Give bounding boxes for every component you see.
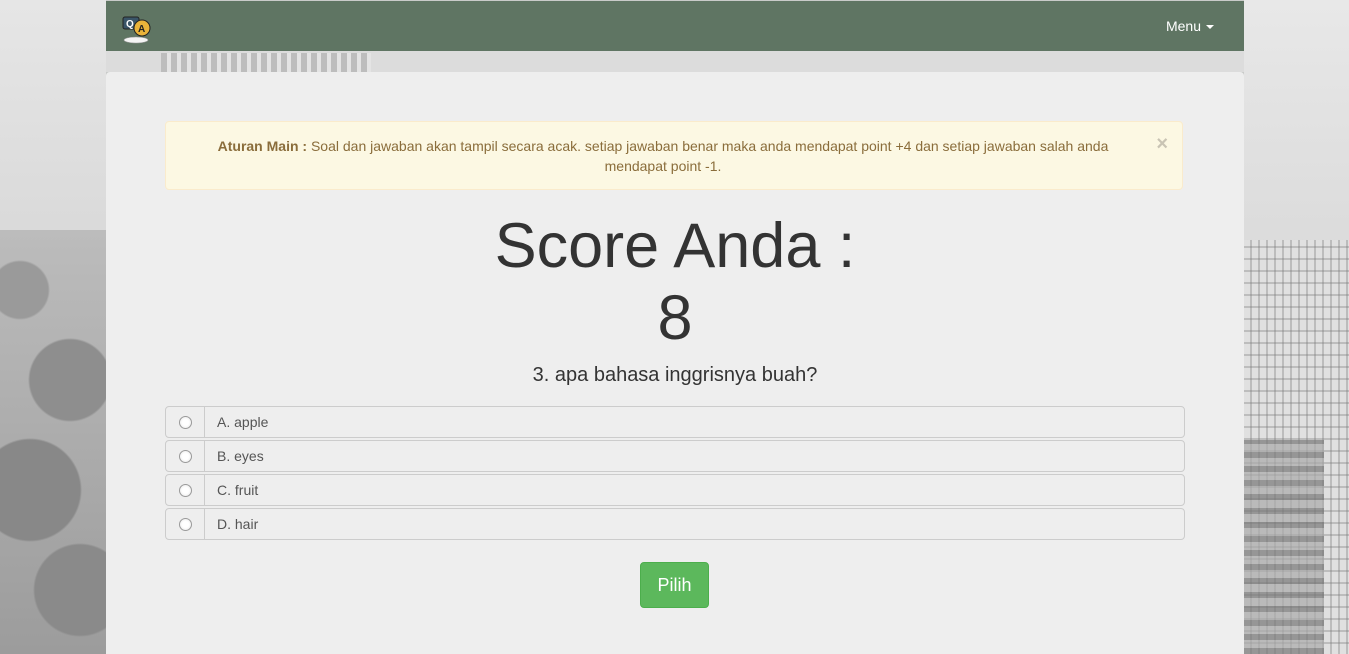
radio-button[interactable]	[178, 483, 192, 497]
option-label: B. eyes	[217, 448, 264, 464]
alert-title: Aturan Main :	[217, 138, 308, 154]
caret-down-icon	[1206, 25, 1214, 30]
score-value: 8	[657, 283, 693, 353]
option-label: C. fruit	[217, 482, 259, 498]
score-label: Score Anda :	[494, 211, 856, 281]
option-d[interactable]: D. hair	[165, 508, 1185, 540]
question-text: 3. apa bahasa inggrisnya buah?	[532, 364, 818, 386]
radio-cell	[166, 509, 205, 539]
radio-cell	[166, 441, 205, 471]
background-tower	[1244, 440, 1324, 654]
rules-alert: Aturan Main : Soal dan jawaban akan tamp…	[165, 121, 1183, 190]
background-strip	[161, 53, 371, 72]
svg-text:A: A	[138, 24, 145, 35]
background-left	[0, 0, 106, 654]
radio-button[interactable]	[178, 415, 192, 429]
close-icon[interactable]: ×	[1156, 134, 1168, 154]
option-a[interactable]: A. apple	[165, 406, 1185, 438]
svg-text:Q: Q	[126, 19, 134, 30]
background-right	[1244, 0, 1349, 654]
background-top	[106, 51, 1244, 72]
option-c[interactable]: C. fruit	[165, 474, 1185, 506]
qa-logo[interactable]: Q A	[122, 13, 154, 45]
menu-label: Menu	[1165, 18, 1201, 34]
submit-button[interactable]: Pilih	[640, 562, 709, 608]
navbar: Q A Menu	[106, 1, 1244, 51]
alert-text: Soal dan jawaban akan tampil secara acak…	[310, 138, 1109, 174]
background-tree	[0, 230, 106, 654]
answer-options: A. apple B. eyes C. fruit D. hair	[165, 406, 1185, 542]
menu-dropdown[interactable]: Menu	[1166, 18, 1214, 34]
option-b[interactable]: B. eyes	[165, 440, 1185, 472]
radio-button[interactable]	[178, 449, 192, 463]
radio-button[interactable]	[178, 517, 192, 531]
radio-cell	[166, 475, 205, 505]
option-label: A. apple	[217, 414, 269, 430]
radio-cell	[166, 407, 205, 437]
quiz-panel: Aturan Main : Soal dan jawaban akan tamp…	[106, 72, 1244, 654]
option-label: D. hair	[217, 516, 259, 532]
